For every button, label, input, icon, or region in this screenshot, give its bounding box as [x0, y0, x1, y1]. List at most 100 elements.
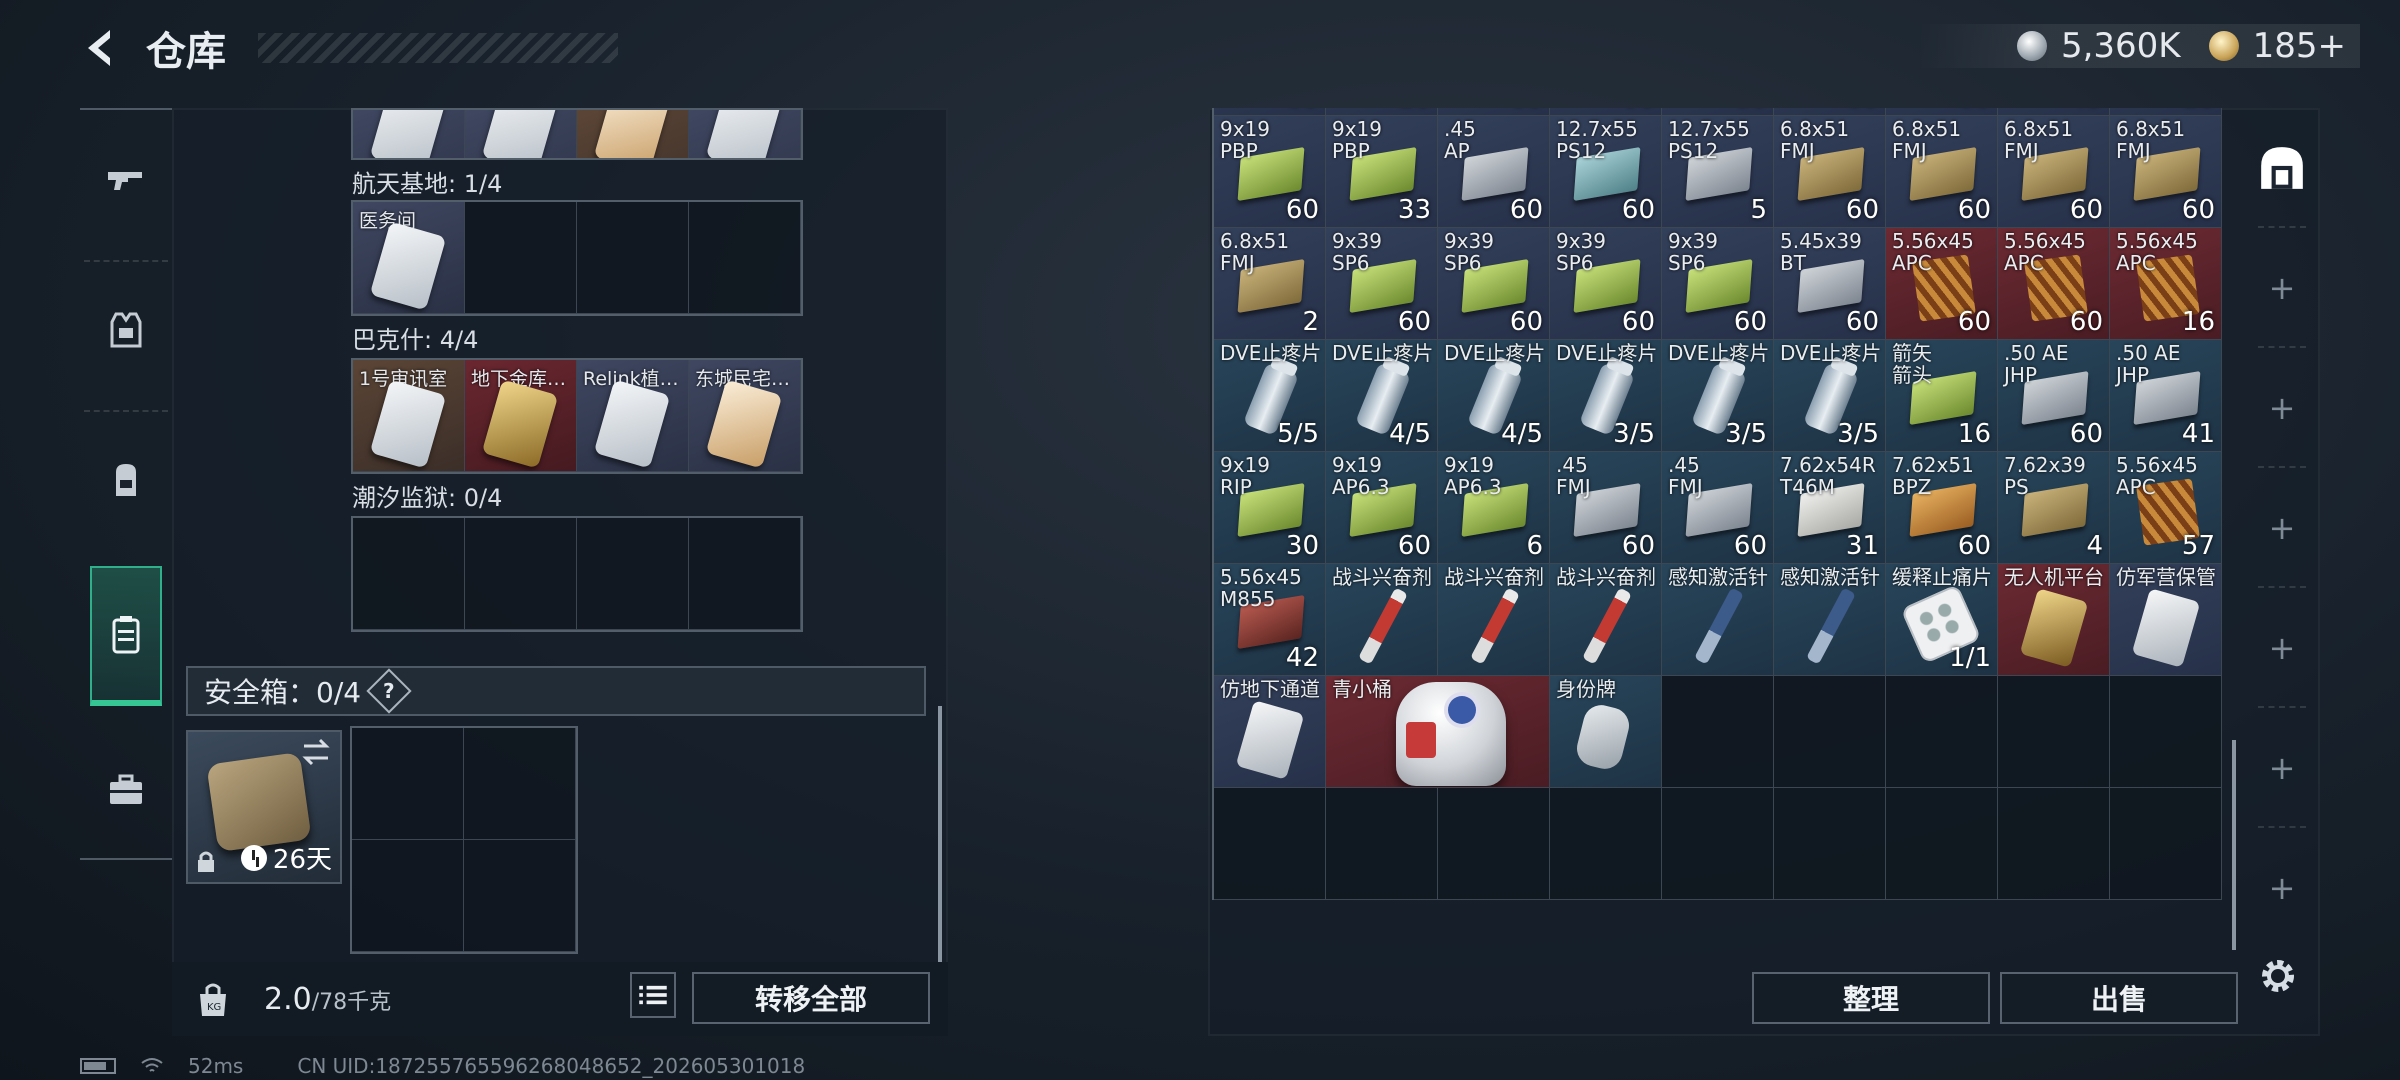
warehouse-item[interactable]: 9x39 SP6 60 — [1438, 228, 1550, 340]
add-page-5[interactable]: + — [2244, 708, 2320, 828]
empty-slot[interactable] — [465, 518, 577, 630]
warehouse-item[interactable]: 战斗兴奋剂 — [1550, 564, 1662, 676]
add-page-3[interactable]: + — [2244, 468, 2320, 588]
warehouse-item[interactable]: .45 FMJ 60 — [1550, 452, 1662, 564]
warehouse-item[interactable]: 无人机平台 — [1998, 564, 2110, 676]
warehouse-item[interactable]: 6.8x51 FMJ 60 — [1774, 116, 1886, 228]
warehouse-item[interactable]: DVE止疼片 3/5 — [1550, 340, 1662, 452]
tab-case[interactable] — [90, 566, 162, 706]
warehouse-item[interactable]: 6.8x51 FMJ 2 — [1214, 228, 1326, 340]
warehouse-item[interactable]: 60 — [1662, 108, 1774, 116]
empty-slot[interactable] — [577, 202, 689, 314]
empty-slot[interactable] — [2110, 788, 2222, 900]
warehouse-item[interactable]: 仿地下通道 — [1214, 676, 1326, 788]
back-arrow-icon[interactable] — [80, 26, 124, 70]
sell-button[interactable]: 出售 — [2000, 972, 2238, 1024]
warehouse-item[interactable]: 60 — [1214, 108, 1326, 116]
keycard-slot[interactable]: 东城民宅… — [689, 360, 801, 472]
empty-slot[interactable] — [352, 728, 464, 840]
warehouse-item[interactable]: 12.7x55 PS12 5 — [1662, 116, 1774, 228]
warehouse-item[interactable]: DVE止疼片 3/5 — [1662, 340, 1774, 452]
warehouse-item[interactable]: 7.62x39 PS 4 — [1998, 452, 2110, 564]
warehouse-item[interactable]: 缓释止痛片 1/1 — [1886, 564, 1998, 676]
transfer-all-button[interactable]: 转移全部 — [692, 972, 930, 1024]
warehouse-item[interactable]: .45 FMJ 60 — [1662, 452, 1774, 564]
warehouse-item[interactable]: 6.8x51 FMJ 60 — [1886, 116, 1998, 228]
empty-slot[interactable] — [352, 840, 464, 952]
tab-weapon[interactable] — [80, 120, 172, 240]
warehouse-item[interactable]: 5.56x45 APC 16 — [2110, 228, 2222, 340]
warehouse-item[interactable]: 感知激活针 — [1662, 564, 1774, 676]
warehouse-item[interactable]: 10 — [1326, 108, 1438, 116]
warehouse-item[interactable]: 60 — [1774, 108, 1886, 116]
warehouse-item[interactable]: 9x39 SP6 60 — [1326, 228, 1438, 340]
keycard-slot[interactable]: 地下金库… — [465, 360, 577, 472]
page-home[interactable] — [2244, 108, 2320, 228]
warehouse-item[interactable]: .50 AE JHP 60 — [1998, 340, 2110, 452]
add-page-2[interactable]: + — [2244, 348, 2320, 468]
warehouse-item[interactable]: 9x19 PBP 33 — [1326, 116, 1438, 228]
empty-slot[interactable] — [577, 518, 689, 630]
empty-slot[interactable] — [689, 202, 801, 314]
empty-slot[interactable] — [464, 840, 576, 952]
empty-slot[interactable] — [1886, 676, 1998, 788]
safe-box-item[interactable]: 26天 — [186, 730, 342, 884]
warehouse-item[interactable]: 5.56x45 APC 60 — [1886, 228, 1998, 340]
warehouse-item[interactable]: 青小桶 — [1326, 676, 1550, 788]
empty-slot[interactable] — [353, 518, 465, 630]
warehouse-item[interactable]: DVE止疼片 3/5 — [1774, 340, 1886, 452]
warehouse-item[interactable]: .50 AE JHP 41 — [2110, 340, 2222, 452]
settings-gear-icon[interactable] — [2256, 954, 2300, 998]
empty-slot[interactable] — [465, 202, 577, 314]
empty-slot[interactable] — [1774, 676, 1886, 788]
warehouse-item[interactable]: 9x19 AP6.3 6 — [1438, 452, 1550, 564]
grid-slot[interactable] — [353, 110, 465, 158]
warehouse-item[interactable]: 6.8x51 FMJ 60 — [2110, 116, 2222, 228]
warehouse-item[interactable]: 9x19 PBP 60 — [1214, 116, 1326, 228]
warehouse-item[interactable]: DVE止疼片 5/5 — [1214, 340, 1326, 452]
sort-button[interactable]: 整理 — [1752, 972, 1990, 1024]
warehouse-item[interactable]: 60 — [1438, 108, 1550, 116]
warehouse-item[interactable]: 9x19 AP6.3 60 — [1326, 452, 1438, 564]
warehouse-item[interactable]: 6.8x51 FMJ 60 — [1998, 116, 2110, 228]
warehouse-item[interactable]: 7.62x51 BPZ 60 — [1886, 452, 1998, 564]
empty-slot[interactable] — [1662, 788, 1774, 900]
warehouse-item[interactable]: 仿军营保管 — [2110, 564, 2222, 676]
gold-amount[interactable]: 185+ — [2253, 26, 2346, 66]
empty-slot[interactable] — [1998, 676, 2110, 788]
warehouse-item[interactable]: 9x39 SP6 60 — [1550, 228, 1662, 340]
keycard-slot[interactable]: Relink植… — [577, 360, 689, 472]
empty-slot[interactable] — [1662, 676, 1774, 788]
grid-slot[interactable] — [689, 110, 801, 158]
empty-slot[interactable] — [1886, 788, 1998, 900]
tab-briefcase[interactable] — [80, 730, 172, 850]
right-scrollbar[interactable] — [2232, 740, 2236, 950]
add-page-1[interactable]: + — [2244, 228, 2320, 348]
tab-backpack[interactable] — [80, 420, 172, 540]
empty-slot[interactable] — [464, 728, 576, 840]
empty-slot[interactable] — [1438, 788, 1550, 900]
warehouse-item[interactable]: 战斗兴奋剂 — [1326, 564, 1438, 676]
warehouse-item[interactable]: 战斗兴奋剂 — [1438, 564, 1550, 676]
warehouse-item[interactable]: 9x19 RIP 30 — [1214, 452, 1326, 564]
add-page-6[interactable]: + — [2244, 828, 2320, 948]
empty-slot[interactable] — [689, 518, 801, 630]
empty-slot[interactable] — [1774, 788, 1886, 900]
warehouse-item[interactable]: .45 AP 60 — [1438, 116, 1550, 228]
keycard-slot[interactable]: 1号审讯室 — [353, 360, 465, 472]
empty-slot[interactable] — [1550, 788, 1662, 900]
warehouse-item[interactable]: 5.56x45 APC 57 — [2110, 452, 2222, 564]
warehouse-item[interactable]: DVE止疼片 4/5 — [1326, 340, 1438, 452]
warehouse-item[interactable]: 9x39 SP6 60 — [1662, 228, 1774, 340]
empty-slot[interactable] — [1326, 788, 1438, 900]
left-scrollbar[interactable] — [938, 706, 942, 962]
warehouse-item[interactable]: 5.56x45 APC 60 — [1998, 228, 2110, 340]
add-page-4[interactable]: + — [2244, 588, 2320, 708]
help-icon[interactable]: ? — [366, 668, 412, 714]
warehouse-item[interactable]: 箭矢 箭头 16 — [1886, 340, 1998, 452]
warehouse-item[interactable]: DVE止疼片 4/5 — [1438, 340, 1550, 452]
warehouse-item[interactable]: 感知激活针 — [1774, 564, 1886, 676]
empty-slot[interactable] — [2110, 676, 2222, 788]
tab-armor[interactable] — [80, 270, 172, 390]
warehouse-item[interactable]: 7.62x54R T46M 31 — [1774, 452, 1886, 564]
